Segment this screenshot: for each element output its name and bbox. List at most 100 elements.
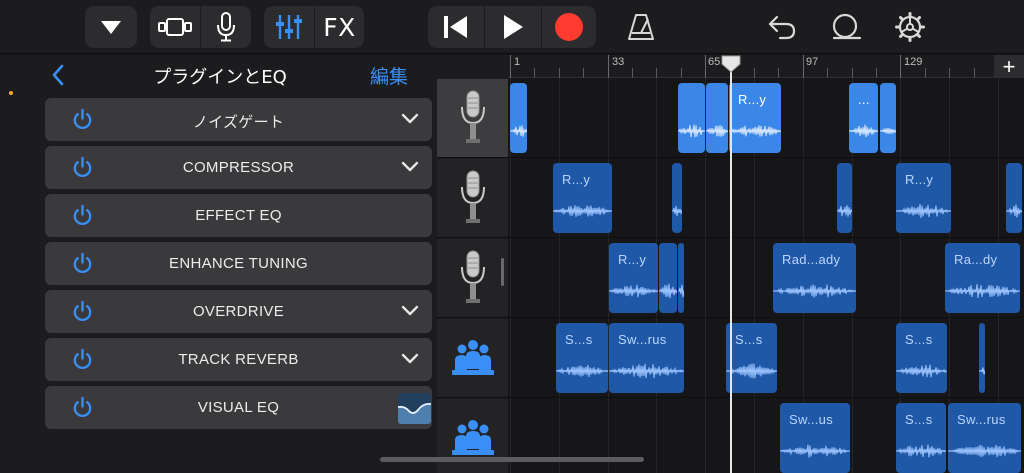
track-header-4[interactable] [437,319,508,398]
plugin-row-noise-gate[interactable]: ノイズゲート [45,98,432,141]
settings-button[interactable] [889,6,931,48]
audio-region[interactable] [659,243,677,313]
audio-region[interactable] [678,83,705,153]
region-name: R...y [905,172,934,187]
metronome-button[interactable] [620,6,662,48]
audio-region[interactable]: R...y [553,163,612,233]
audio-region[interactable]: R...y [896,163,951,233]
audio-region[interactable]: S...s [896,403,946,473]
audio-region[interactable] [979,323,985,393]
plugin-label: ノイズゲート [192,114,285,131]
plugin-row-visual-eq[interactable]: VISUAL EQ [45,386,432,429]
audio-region[interactable]: Sw...rus [948,403,1021,473]
audio-region[interactable]: R...y [729,83,781,153]
track-lane-4[interactable]: S...s Sw...rus S...s S...s [508,319,1024,398]
audio-region[interactable]: Rad...ady [773,243,856,313]
audio-region[interactable] [1006,163,1022,233]
plugin-label: TRACK REVERB [178,351,299,368]
chevron-down-icon[interactable] [401,160,419,174]
browser-button-group [85,6,137,48]
go-to-start-button[interactable] [428,6,484,48]
power-icon[interactable] [71,348,94,371]
add-track-button[interactable]: + [994,55,1024,79]
waveform [609,363,684,379]
track-headers [437,55,508,473]
browser-dropdown-button[interactable] [85,6,137,48]
plugin-row-track-reverb[interactable]: TRACK REVERB [45,338,432,381]
power-icon[interactable] [71,204,94,227]
record-button[interactable] [542,6,596,48]
power-icon[interactable] [71,300,94,323]
waveform [678,284,684,298]
power-icon[interactable] [71,108,94,131]
waveform [896,364,947,378]
ruler-tick [705,55,707,78]
horizontal-scrollbar[interactable] [380,457,644,462]
plus-icon: + [1002,55,1016,79]
audio-region[interactable]: Sw...rus [609,323,684,393]
selected-track-pointer [437,113,443,127]
timeline[interactable]: 1 33 65 97 129 + R...y ... R...y R...y R… [508,55,1024,473]
mixer-controls-button[interactable] [264,6,314,48]
record-icon [555,13,583,41]
plugin-row-overdrive[interactable]: OVERDRIVE [45,290,432,333]
ruler-tick [802,55,804,78]
region-name: S...s [905,332,933,347]
visual-eq-thumbnail[interactable] [398,393,431,424]
audio-region[interactable]: Sw...us [780,403,850,473]
track-header-3[interactable] [437,239,508,318]
plugin-row-compressor[interactable]: COMPRESSOR [45,146,432,189]
playhead-handle[interactable] [721,55,741,73]
microphone-button[interactable] [201,6,251,48]
undo-button[interactable] [761,6,803,48]
skip-back-icon [444,16,467,38]
chevron-down-icon[interactable] [401,304,419,318]
back-button[interactable] [48,63,70,87]
audio-region[interactable] [672,163,682,233]
track-header-2[interactable] [437,159,508,238]
bar-number: 65 [708,56,721,68]
waveform [556,365,608,377]
power-icon[interactable] [71,156,94,179]
region-name: R...y [618,252,647,267]
ruler-tick [510,55,511,78]
plugin-label: ENHANCE TUNING [169,255,308,272]
play-button[interactable] [485,6,541,48]
audio-region[interactable]: R...y [609,243,658,313]
audio-region[interactable] [510,83,527,153]
audio-region[interactable] [678,243,684,313]
ruler[interactable]: 1 33 65 97 129 + [508,55,1024,79]
tracks-view-icon [158,18,192,36]
loop-browser-button[interactable] [825,6,867,48]
waveform [945,283,1020,299]
fx-button[interactable]: FX [315,6,364,48]
ruler-tick [534,68,536,78]
chevron-down-icon[interactable] [401,112,419,126]
vertical-scrollbar[interactable] [501,258,504,286]
audio-region[interactable] [837,163,852,233]
track-header-1[interactable] [437,79,508,158]
audio-region[interactable]: S...s [896,323,947,393]
track-lane-3[interactable]: R...y Rad...ady Ra...dy [508,239,1024,318]
audio-region[interactable] [880,83,896,153]
power-icon[interactable] [71,252,94,275]
plugin-row-enhance-tuning[interactable]: ENHANCE TUNING [45,242,432,285]
tracks-view-button[interactable] [150,6,200,48]
plugin-label: EFFECT EQ [195,207,282,224]
audio-region[interactable]: ... [849,83,878,153]
chevron-down-icon[interactable] [401,352,419,366]
waveform [659,283,677,299]
track-lane-2[interactable]: R...y R...y [508,159,1024,238]
audio-region[interactable]: S...s [556,323,608,393]
audio-region[interactable]: S...s [726,323,777,393]
region-name: S...s [565,332,593,347]
waveform [726,363,777,379]
edit-button[interactable]: 編集 [370,62,408,89]
audio-region[interactable]: Ra...dy [945,243,1020,313]
region-name: R...y [562,172,591,187]
plugin-row-effect-eq[interactable]: EFFECT EQ [45,194,432,237]
power-icon[interactable] [71,396,94,419]
audio-region[interactable] [706,83,728,153]
sliders-icon [276,15,302,39]
track-lane-1[interactable]: R...y ... [508,79,1024,158]
